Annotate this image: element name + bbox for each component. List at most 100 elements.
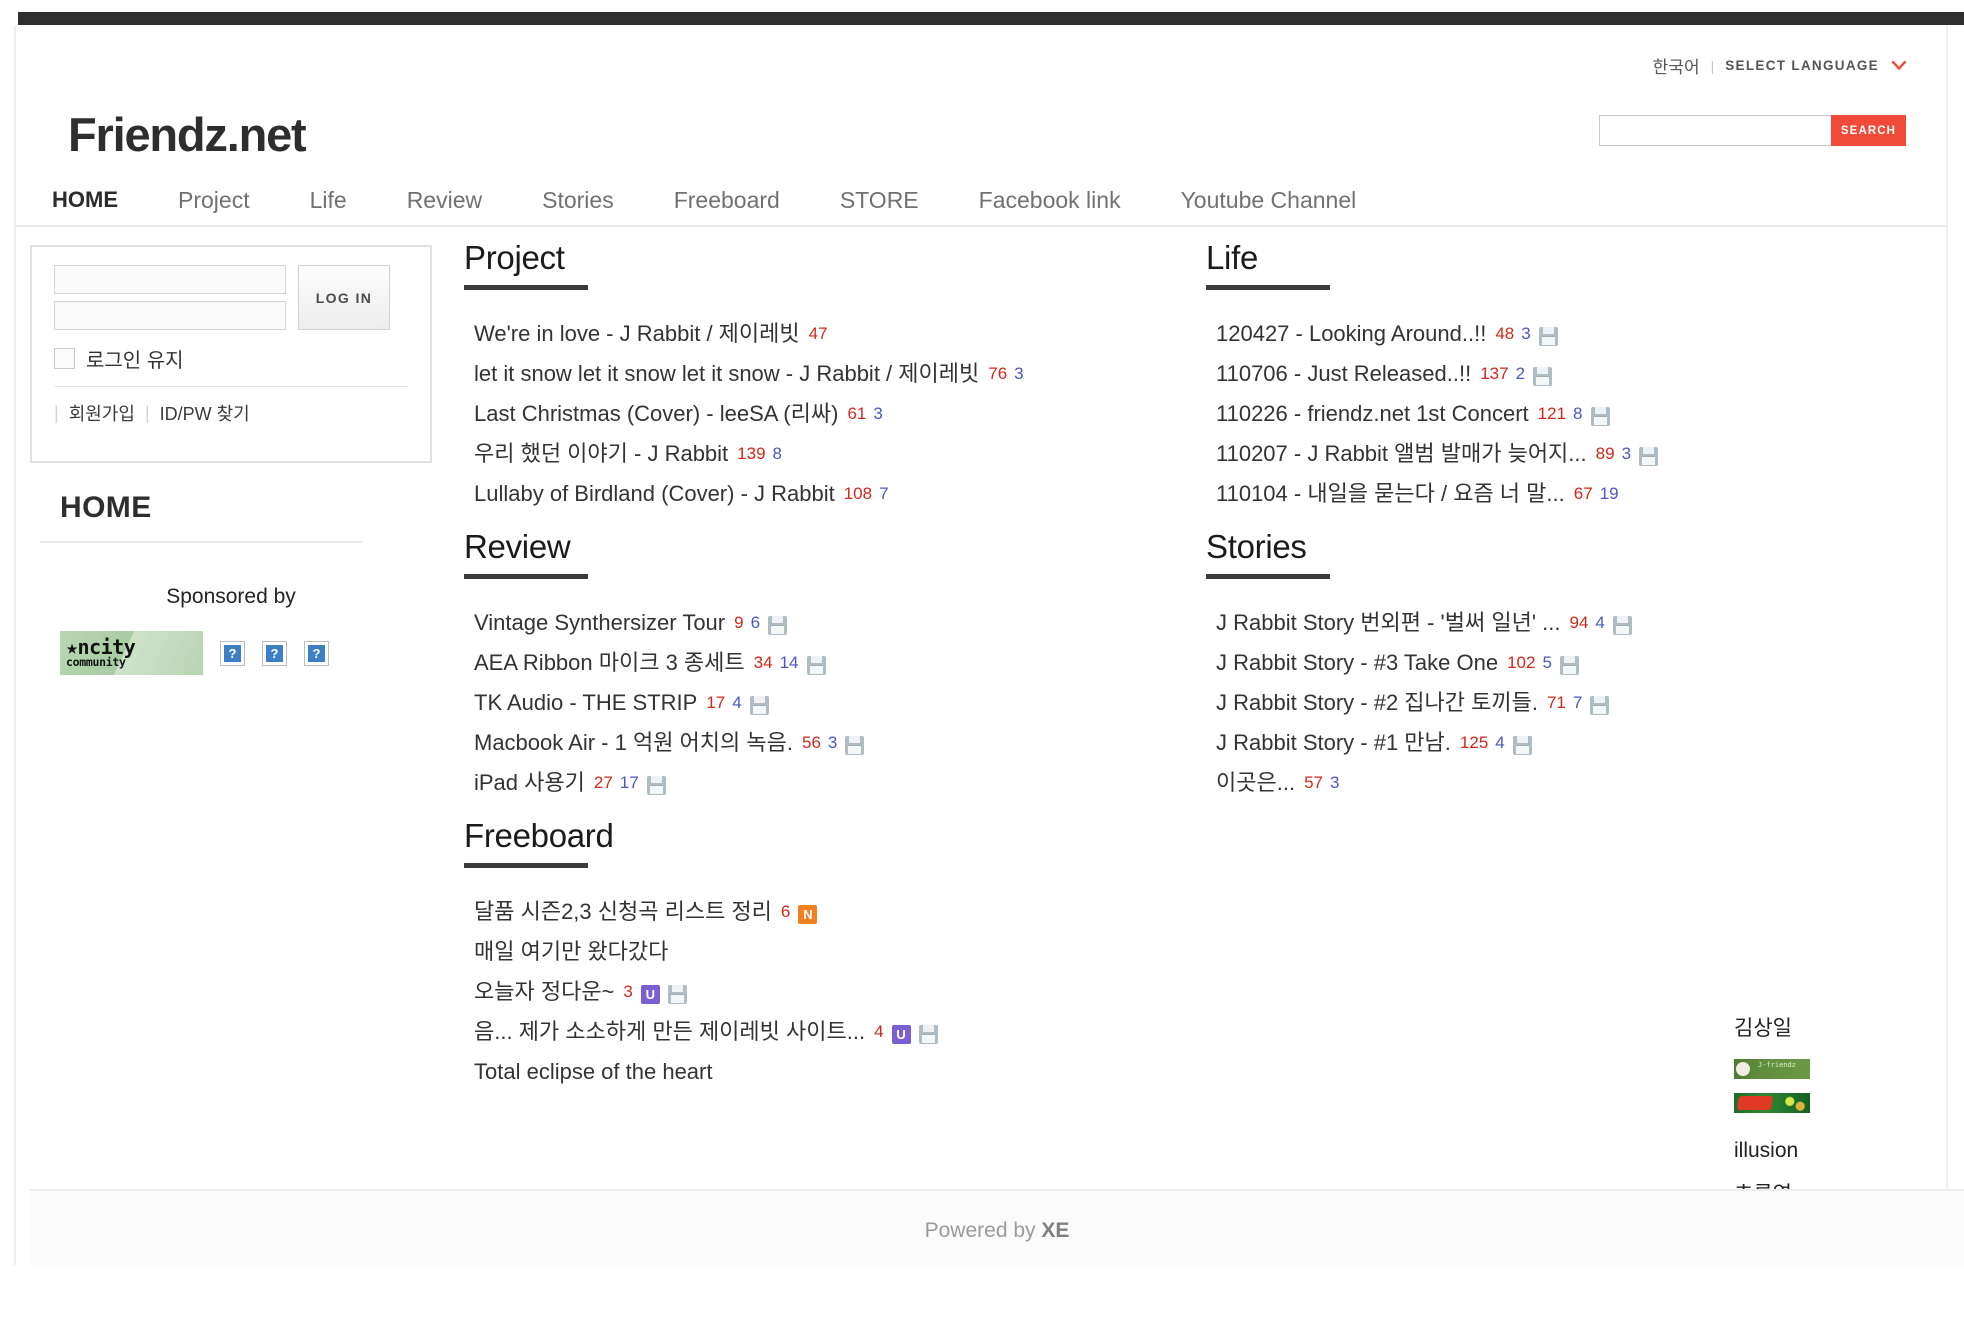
post-title[interactable]: 110706 - Just Released..!! — [1216, 354, 1471, 394]
post-title[interactable]: Lullaby of Birdland (Cover) - J Rabbit — [474, 474, 835, 514]
list-item[interactable]: We're in love - J Rabbit / 제이레빗 47 — [474, 314, 1224, 354]
save-icon — [918, 1024, 938, 1044]
page-container: Friendz.net 한국어 | SELECT LANGUAGE SEARCH… — [14, 25, 1964, 1265]
post-title[interactable]: 오늘자 정다운~ — [474, 972, 614, 1012]
post-title[interactable]: Last Christmas (Cover) - leeSA (리싸) — [474, 394, 838, 434]
post-title[interactable]: 110226 - friendz.net 1st Concert — [1216, 394, 1529, 434]
post-title[interactable]: Macbook Air - 1 억원 어치의 녹음. — [474, 723, 793, 763]
u-icon: U — [640, 984, 660, 1004]
misc-name-2[interactable]: illusion — [1734, 1129, 1934, 1173]
list-item[interactable]: let it snow let it snow let it snow - J … — [474, 354, 1224, 394]
post-title[interactable]: J Rabbit Story 번외편 - '벌써 일년' ... — [1216, 603, 1560, 643]
post-title[interactable]: 이곳은... — [1216, 763, 1295, 803]
list-item[interactable]: TK Audio - THE STRIP 17 4 — [474, 683, 1224, 723]
list-item[interactable]: 우리 했던 이야기 - J Rabbit 139 8 — [474, 434, 1224, 474]
keep-logged-in-checkbox[interactable] — [54, 348, 75, 369]
list-item[interactable]: iPad 사용기 27 17 — [474, 763, 1224, 803]
login-button[interactable]: LOG IN — [298, 265, 390, 330]
jurye-bap-banner-image[interactable] — [1734, 1093, 1810, 1113]
list-item[interactable]: 110207 - J Rabbit 앨범 발매가 늦어지... 89 3 — [1216, 434, 1906, 474]
sidebar: LOG IN 로그인 유지 | 회원가입 | ID/PW 찾기 HOME Spo… — [30, 245, 432, 675]
login-password-input[interactable] — [54, 301, 286, 330]
post-title[interactable]: Vintage Synthersizer Tour — [474, 603, 725, 643]
list-item[interactable]: AEA Ribbon 마이크 3 종세트 34 14 — [474, 643, 1224, 683]
post-title[interactable]: Total eclipse of the heart — [474, 1052, 712, 1092]
save-icon — [768, 615, 788, 635]
list-item[interactable]: 오늘자 정다운~ 3 U — [474, 972, 1224, 1012]
broken-image-placeholder-3[interactable]: ? — [304, 640, 329, 666]
list-item[interactable]: Last Christmas (Cover) - leeSA (리싸) 61 3 — [474, 394, 1224, 434]
comment-count: 3 — [1621, 444, 1632, 463]
list-item[interactable]: 이곳은... 57 3 — [1216, 763, 1906, 803]
nav-item-life[interactable]: Life — [310, 187, 347, 214]
login-links-divider-left: | — [54, 402, 59, 423]
section-project: Project We're in love - J Rabbit / 제이레빗 4… — [464, 239, 1224, 514]
j-friendz-banner-image[interactable] — [1734, 1059, 1810, 1079]
view-count: 137 — [1480, 364, 1509, 383]
post-title[interactable]: 110104 - 내일을 묻는다 / 요즘 너 말... — [1216, 474, 1565, 514]
save-icon — [1612, 615, 1632, 635]
post-title[interactable]: TK Audio - THE STRIP — [474, 683, 697, 723]
list-item[interactable]: Total eclipse of the heart — [474, 1052, 1224, 1092]
list-item[interactable]: Macbook Air - 1 억원 어치의 녹음. 56 3 — [474, 723, 1224, 763]
list-item[interactable]: J Rabbit Story - #3 Take One 102 5 — [1216, 643, 1906, 683]
post-title[interactable]: We're in love - J Rabbit / 제이레빗 — [474, 314, 800, 354]
site-footer: Powered by XE — [30, 1189, 1964, 1265]
misc-name-1[interactable]: 김상일 — [1734, 1007, 1934, 1051]
list-item[interactable]: J Rabbit Story - #1 만남. 125 4 — [1216, 723, 1906, 763]
list-item[interactable]: 110226 - friendz.net 1st Concert 121 8 — [1216, 394, 1906, 434]
nav-item-project[interactable]: Project — [178, 187, 250, 214]
comment-count: 4 — [1595, 613, 1605, 632]
list-item[interactable]: Vintage Synthersizer Tour 9 6 — [474, 603, 1224, 643]
section-title-life: Life — [1206, 239, 1259, 276]
post-title[interactable]: iPad 사용기 — [474, 763, 585, 803]
list-item[interactable]: 음... 제가 소소하게 만든 제이레빗 사이트... 4 U — [474, 1012, 1224, 1052]
broken-image-placeholder-1[interactable]: ? — [220, 640, 245, 666]
nav-item-facebook-link[interactable]: Facebook link — [979, 187, 1121, 214]
post-title[interactable]: let it snow let it snow let it snow - J … — [474, 354, 979, 394]
nav-item-stories[interactable]: Stories — [542, 187, 614, 214]
sidebar-divider — [40, 541, 362, 543]
post-title[interactable]: J Rabbit Story - #3 Take One — [1216, 643, 1498, 683]
site-logo[interactable]: Friendz.net — [68, 107, 307, 162]
section-title-review: Review — [464, 528, 571, 565]
search-input[interactable] — [1599, 115, 1831, 146]
keep-logged-in-row[interactable]: 로그인 유지 — [54, 344, 408, 373]
comment-count: 17 — [619, 773, 639, 792]
post-title[interactable]: J Rabbit Story - #1 만남. — [1216, 723, 1451, 763]
post-title[interactable]: 매일 여기만 왔다갔다 — [474, 932, 668, 972]
list-item[interactable]: 매일 여기만 왔다갔다 — [474, 932, 1224, 972]
nav-item-review[interactable]: Review — [407, 187, 482, 214]
view-count: 6 — [780, 902, 791, 921]
view-count: 121 — [1537, 404, 1567, 423]
post-title[interactable]: 우리 했던 이야기 - J Rabbit — [474, 434, 728, 474]
search-button[interactable]: SEARCH — [1831, 115, 1906, 146]
signup-link[interactable]: 회원가입 — [69, 400, 135, 426]
list-item[interactable]: 110104 - 내일을 묻는다 / 요즘 너 말... 67 19 — [1216, 474, 1906, 514]
select-language-button[interactable]: SELECT LANGUAGE — [1725, 58, 1879, 73]
list-item[interactable]: Lullaby of Birdland (Cover) - J Rabbit 10… — [474, 474, 1224, 514]
nav-item-store[interactable]: STORE — [840, 187, 919, 214]
nav-item-home[interactable]: HOME — [52, 187, 118, 213]
ncity-logo[interactable]: ★ncity community — [60, 631, 203, 675]
post-title[interactable]: J Rabbit Story - #2 집나간 토끼들. — [1216, 683, 1538, 723]
chevron-down-icon[interactable] — [1891, 57, 1907, 74]
post-title[interactable]: 달품 시즌2,3 신청곡 리스트 정리 — [474, 892, 772, 932]
post-title[interactable]: AEA Ribbon 마이크 3 종세트 — [474, 643, 745, 683]
post-title[interactable]: 음... 제가 소소하게 만든 제이레빗 사이트... — [474, 1012, 865, 1052]
login-box: LOG IN 로그인 유지 | 회원가입 | ID/PW 찾기 — [30, 245, 432, 463]
login-id-input[interactable] — [54, 265, 286, 294]
find-id-password-link[interactable]: ID/PW 찾기 — [160, 400, 250, 426]
list-item[interactable]: J Rabbit Story - #2 집나간 토끼들. 71 7 — [1216, 683, 1906, 723]
post-title[interactable]: 110207 - J Rabbit 앨범 발매가 늦어지... — [1216, 434, 1587, 474]
nav-item-freeboard[interactable]: Freeboard — [674, 187, 780, 214]
naver-icon: N — [798, 904, 818, 924]
current-language-label[interactable]: 한국어 — [1653, 53, 1700, 78]
post-title[interactable]: 120427 - Looking Around..!! — [1216, 314, 1486, 354]
list-item[interactable]: 달품 시즌2,3 신청곡 리스트 정리 6 N — [474, 892, 1224, 932]
list-item[interactable]: 110706 - Just Released..!! 137 2 — [1216, 354, 1906, 394]
nav-item-youtube-channel[interactable]: Youtube Channel — [1181, 187, 1357, 214]
broken-image-placeholder-2[interactable]: ? — [262, 640, 287, 666]
list-item[interactable]: 120427 - Looking Around..!! 48 3 — [1216, 314, 1906, 354]
list-item[interactable]: J Rabbit Story 번외편 - '벌써 일년' ... 94 4 — [1216, 603, 1906, 643]
